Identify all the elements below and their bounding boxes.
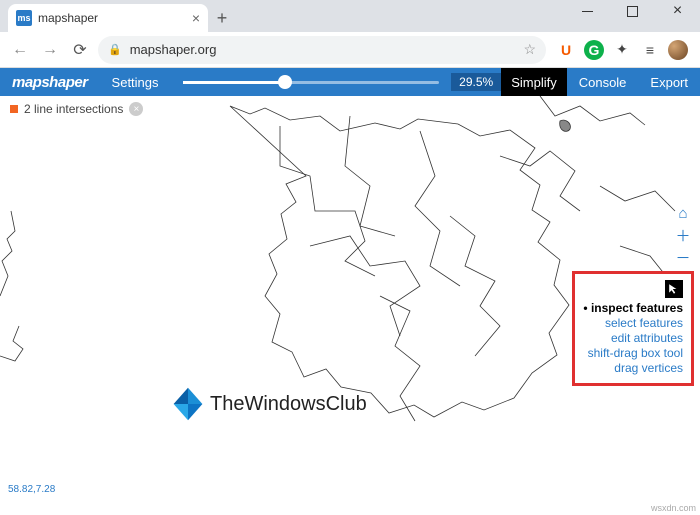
cursor-icon[interactable] [665, 280, 683, 298]
ctx-shift-drag-box[interactable]: shift-drag box tool [588, 346, 683, 360]
back-button[interactable]: ← [8, 38, 32, 62]
window-close[interactable]: × [655, 0, 700, 22]
status-line: 2 line intersections × [10, 102, 143, 116]
reading-list-icon[interactable]: ≡ [640, 40, 660, 60]
reload-button[interactable]: ⟳ [68, 38, 92, 62]
extensions-icon[interactable]: ✦ [612, 40, 632, 60]
browser-tab[interactable]: ms mapshaper × [8, 4, 208, 32]
export-link[interactable]: Export [638, 75, 700, 90]
status-clear-icon[interactable]: × [129, 102, 143, 116]
settings-link[interactable]: Settings [100, 75, 171, 90]
window-minimize[interactable] [565, 0, 610, 22]
coordinates-readout: 58.82,7.28 [8, 484, 55, 495]
simplify-button[interactable]: Simplify [501, 68, 567, 96]
favicon-icon: ms [16, 10, 32, 26]
window-maximize[interactable] [610, 0, 655, 22]
ublock-icon[interactable]: U [556, 40, 576, 60]
home-icon[interactable]: ⌂ [674, 204, 692, 222]
bookmark-icon[interactable]: ☆ [523, 41, 536, 58]
ctx-drag-vertices[interactable]: drag vertices [614, 361, 683, 375]
zoom-in-icon[interactable]: ＋ [674, 226, 692, 244]
map-tools: ⌂ ＋ － [674, 204, 692, 266]
watermark: TheWindowsClub [170, 386, 367, 422]
extension-icons: U G ✦ ≡ [552, 40, 692, 60]
forward-button[interactable]: → [38, 38, 62, 62]
tab-close-icon[interactable]: × [192, 10, 200, 26]
ctx-edit-attributes[interactable]: edit attributes [611, 331, 683, 345]
address-bar: ← → ⟳ 🔒 mapshaper.org ☆ U G ✦ ≡ [0, 32, 700, 68]
map-canvas[interactable]: ⌂ ＋ － inspect features select features e… [0, 96, 700, 515]
profile-avatar[interactable] [668, 40, 688, 60]
console-link[interactable]: Console [567, 75, 639, 90]
slider-fill [183, 81, 286, 84]
zoom-out-icon[interactable]: － [674, 248, 692, 266]
app-logo: mapshaper [0, 74, 100, 91]
ctx-select-features[interactable]: select features [605, 316, 683, 330]
url-input[interactable]: 🔒 mapshaper.org ☆ [98, 36, 546, 64]
source-mark: wsxdn.com [651, 503, 696, 513]
url-text: mapshaper.org [130, 42, 217, 57]
status-text: 2 line intersections [24, 102, 123, 116]
warning-dot-icon [10, 105, 18, 113]
simplify-slider[interactable] [171, 81, 452, 84]
grammarly-icon[interactable]: G [584, 40, 604, 60]
watermark-text: TheWindowsClub [210, 393, 367, 416]
slider-thumb[interactable] [278, 75, 292, 89]
simplify-percent: 29.5% [451, 73, 501, 91]
tab-title: mapshaper [38, 11, 98, 25]
app-toolbar: mapshaper Settings 29.5% Simplify Consol… [0, 68, 700, 96]
new-tab-button[interactable]: + [208, 4, 236, 32]
lock-icon: 🔒 [108, 43, 122, 56]
windowsclub-icon [170, 386, 206, 422]
cursor-tool-menu: inspect features select features edit at… [572, 271, 694, 386]
ctx-inspect-features[interactable]: inspect features [583, 301, 683, 315]
